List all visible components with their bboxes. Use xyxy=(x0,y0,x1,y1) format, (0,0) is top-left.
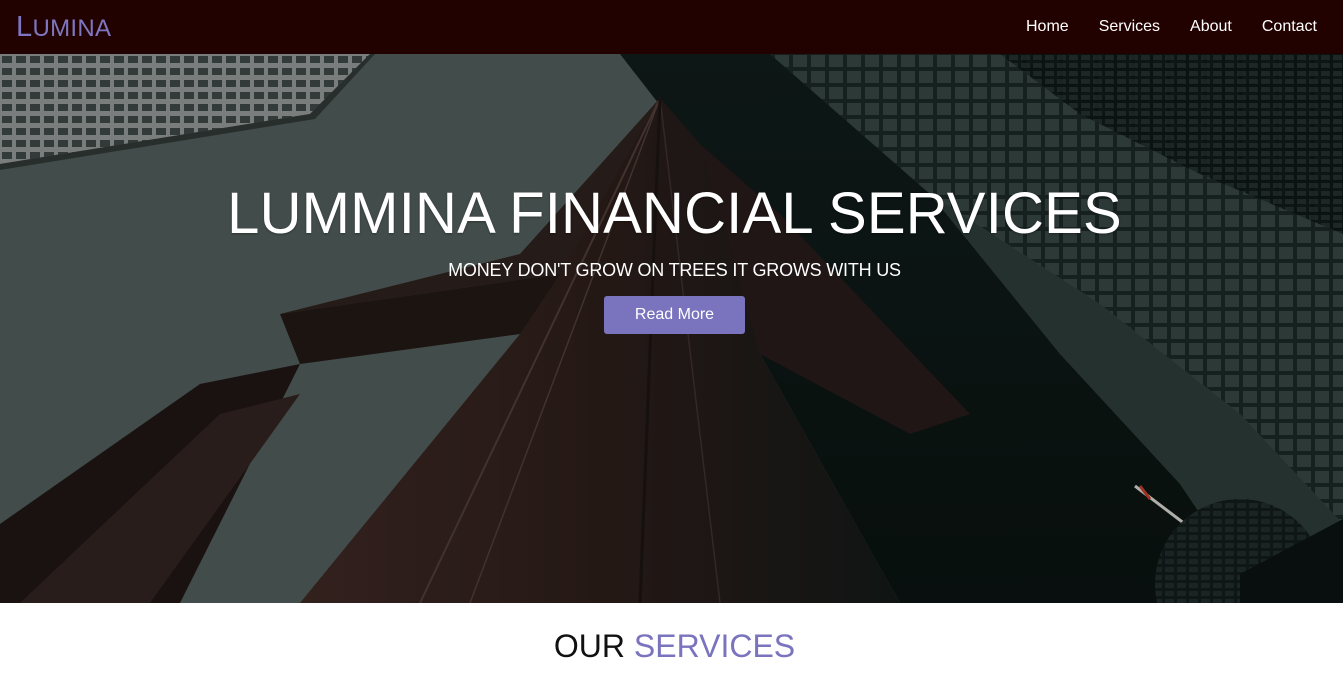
hero-section: LUMMINA FINANCIAL SERVICES MONEY DON'T G… xyxy=(0,54,1343,603)
nav-link-services[interactable]: Services xyxy=(1084,0,1175,54)
nav-link-contact[interactable]: Contact xyxy=(1247,0,1327,54)
brand-logo[interactable]: LUMINA xyxy=(16,11,111,44)
services-heading-accent: SERVICES xyxy=(633,628,796,664)
services-heading-plain: OUR xyxy=(553,628,625,664)
brand-rest: UMINA xyxy=(32,14,112,42)
brand-initial: L xyxy=(16,10,33,43)
hero-title: LUMMINA FINANCIAL SERVICES xyxy=(227,181,1122,246)
nav-link-home[interactable]: Home xyxy=(1011,0,1084,54)
hero-subtitle: MONEY DON'T GROW ON TREES IT GROWS WITH … xyxy=(448,260,901,280)
services-heading: OUR SERVICES xyxy=(0,628,1343,665)
read-more-button[interactable]: Read More xyxy=(604,296,745,334)
hero-content: LUMMINA FINANCIAL SERVICES MONEY DON'T G… xyxy=(0,54,1343,603)
nav-links: Home Services About Contact xyxy=(1011,0,1327,54)
navbar: LUMINA Home Services About Contact xyxy=(0,0,1343,54)
nav-link-about[interactable]: About xyxy=(1175,0,1247,54)
